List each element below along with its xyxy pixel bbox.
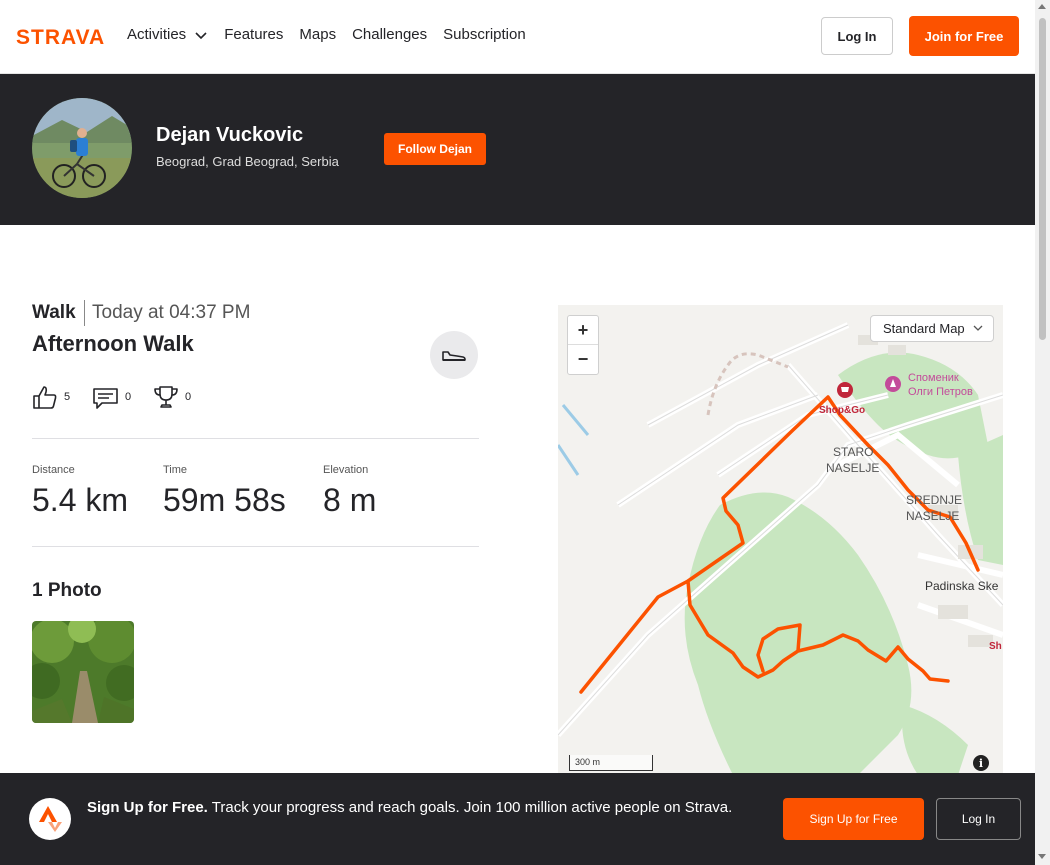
nav-subscription[interactable]: Subscription bbox=[443, 25, 526, 45]
stat-distance-value: 5.4 km bbox=[32, 482, 129, 518]
header-divider bbox=[84, 300, 85, 326]
zoom-controls: + − bbox=[567, 315, 599, 375]
info-icon[interactable]: i bbox=[973, 755, 989, 771]
signup-button[interactable]: Sign Up for Free bbox=[783, 798, 924, 840]
strava-badge-icon bbox=[29, 798, 71, 840]
scroll-up-arrow-icon[interactable] bbox=[1038, 4, 1046, 9]
photos-title: 1 Photo bbox=[32, 580, 102, 601]
page-scrollbar[interactable] bbox=[1035, 0, 1050, 865]
top-navigation: STRAVA Activities Features Maps Challeng… bbox=[0, 0, 1035, 74]
logo-text: STRAVA bbox=[16, 26, 105, 46]
stat-time-label: Time bbox=[163, 464, 188, 476]
divider bbox=[32, 438, 479, 439]
comment-icon bbox=[93, 388, 118, 409]
nav-features[interactable]: Features bbox=[224, 25, 283, 45]
nav-activities-label: Activities bbox=[127, 26, 187, 43]
map-label-area2-2: NASELJE bbox=[906, 509, 959, 523]
zoom-in-button[interactable]: + bbox=[568, 316, 598, 345]
map-type-label: Standard Map bbox=[883, 321, 965, 336]
athlete-location: Beograd, Grad Beograd, Serbia bbox=[156, 154, 339, 169]
map-label-monument-1: Споменик bbox=[908, 372, 959, 384]
activity-photo[interactable] bbox=[32, 621, 134, 723]
activity-datetime: Today at 04:37 PM bbox=[92, 302, 251, 323]
map-canvas: Shop&Go Споменик Олги Петров STARO NASEL… bbox=[558, 322, 1003, 775]
nav-maps[interactable]: Maps bbox=[299, 25, 336, 45]
sport-type-button[interactable] bbox=[430, 331, 478, 379]
map-scale: 300 m bbox=[569, 755, 653, 771]
achievements-count: 0 bbox=[185, 391, 192, 403]
signup-headline: Sign Up for Free. bbox=[87, 799, 208, 816]
athlete-avatar[interactable] bbox=[32, 98, 132, 198]
signup-text: Sign Up for Free. Track your progress an… bbox=[87, 797, 747, 819]
athlete-name[interactable]: Dejan Vuckovic bbox=[156, 124, 303, 147]
map-label-monument-2: Олги Петров bbox=[908, 386, 973, 398]
activity-map[interactable]: Shop&Go Споменик Олги Петров STARO NASEL… bbox=[558, 305, 1003, 775]
scroll-thumb[interactable] bbox=[1039, 18, 1046, 340]
divider bbox=[32, 546, 479, 547]
signup-login-button[interactable]: Log In bbox=[936, 798, 1021, 840]
scroll-down-arrow-icon[interactable] bbox=[1038, 854, 1046, 859]
athlete-banner: Dejan Vuckovic Beograd, Grad Beograd, Se… bbox=[0, 74, 1035, 225]
zoom-out-button[interactable]: − bbox=[568, 345, 598, 374]
map-type-select[interactable]: Standard Map bbox=[870, 315, 994, 342]
activity-type: Walk bbox=[32, 302, 76, 323]
chevron-down-icon bbox=[195, 32, 207, 40]
map-label-area1-2: NASELJE bbox=[826, 461, 879, 475]
map-label-shop: Shop&Go bbox=[819, 405, 865, 416]
map-label-area2-1: SREDNJE bbox=[906, 493, 962, 507]
nav-activities[interactable]: Activities bbox=[127, 25, 208, 45]
nav-challenges[interactable]: Challenges bbox=[352, 25, 427, 45]
activity-page: STRAVA Activities Features Maps Challeng… bbox=[0, 0, 1035, 865]
thumbs-up-icon bbox=[33, 386, 57, 409]
nav-links: Activities Features Maps Challenges Subs… bbox=[127, 25, 542, 45]
stat-elevation-label: Elevation bbox=[323, 464, 369, 476]
signup-banner: Sign Up for Free. Track your progress an… bbox=[0, 773, 1035, 865]
map-label-area1-1: STARO bbox=[833, 445, 873, 459]
trophy-icon bbox=[154, 386, 178, 408]
shoe-icon bbox=[442, 351, 466, 361]
stat-distance-label: Distance bbox=[32, 464, 75, 476]
comments-count: 0 bbox=[125, 391, 132, 403]
chevron-down-icon bbox=[973, 325, 983, 331]
strava-logo[interactable]: STRAVA bbox=[16, 26, 112, 46]
stat-elevation-value: 8 m bbox=[323, 482, 377, 518]
kudos-count: 5 bbox=[64, 391, 71, 403]
comments-button[interactable]: 0 bbox=[92, 384, 131, 410]
login-button[interactable]: Log In bbox=[821, 17, 893, 55]
stat-time-value: 59m 58s bbox=[163, 482, 286, 518]
join-button[interactable]: Join for Free bbox=[909, 16, 1019, 56]
achievements-button[interactable]: 0 bbox=[153, 384, 191, 410]
signup-body: Track your progress and reach goals. Joi… bbox=[211, 799, 733, 816]
activity-title: Afternoon Walk bbox=[32, 331, 194, 356]
map-label-sh: Sh bbox=[989, 641, 1002, 652]
map-label-padinska: Padinska Ske bbox=[925, 579, 999, 593]
follow-button[interactable]: Follow Dejan bbox=[384, 133, 486, 165]
kudos-button[interactable]: 5 bbox=[32, 384, 70, 410]
